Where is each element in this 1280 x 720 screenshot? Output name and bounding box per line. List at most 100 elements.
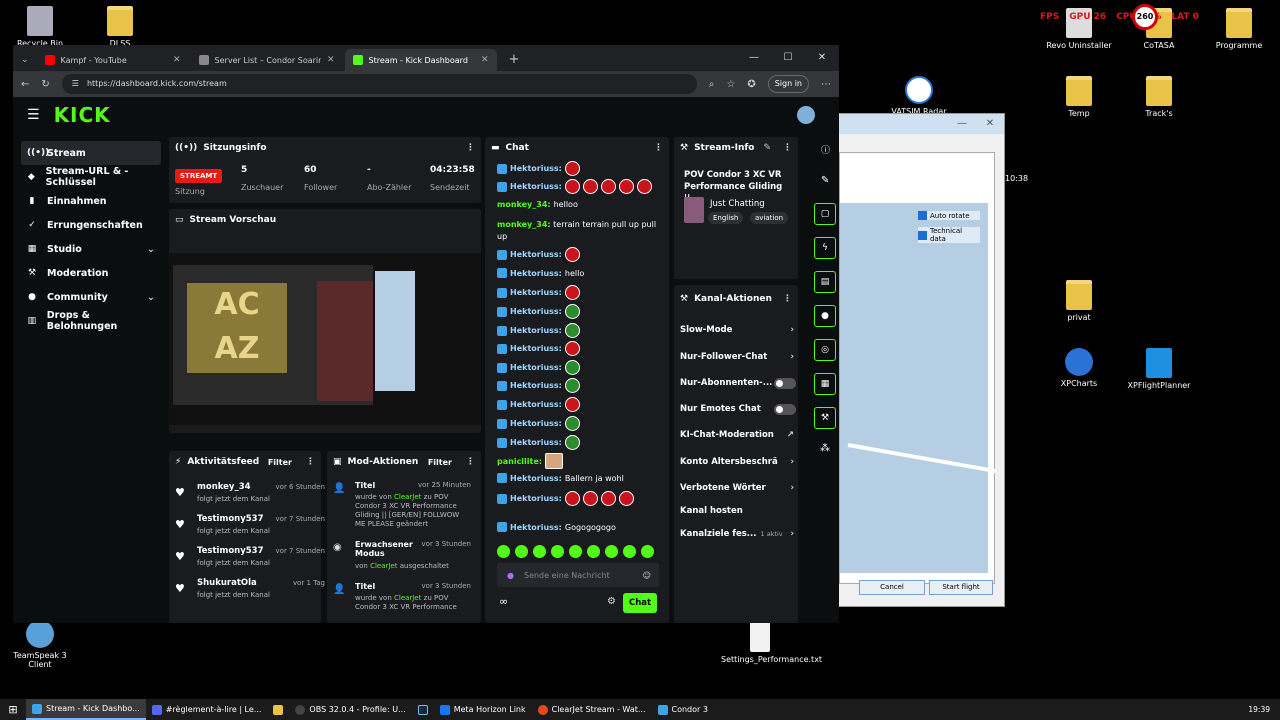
meta-icon: [439, 704, 450, 715]
vatsim-radar-icon[interactable]: VATSIM Radar: [880, 76, 958, 116]
taskbar-item-steam[interactable]: [412, 699, 434, 720]
pulse-icon: ⚡: [175, 457, 182, 467]
channel-goals-action[interactable]: Kanalziele fes... 1 aktiv ›: [680, 529, 794, 539]
close-tab-icon[interactable]: ✕: [481, 55, 489, 65]
tab-list-icon[interactable]: ⌄: [21, 55, 29, 65]
url-field[interactable]: ☰ https://dashboard.kick.com/stream: [61, 74, 697, 94]
condor-window[interactable]: — ✕ Auto rotate Technical data Cancel Sta…: [838, 113, 1005, 607]
filter-button[interactable]: Filter: [428, 458, 452, 467]
teamspeak-icon[interactable]: TeamSpeak 3 Client: [1, 620, 79, 669]
ai-moderation-action[interactable]: KI-Chat-Moderation ↗: [680, 430, 794, 440]
minimize-icon[interactable]: —: [737, 45, 771, 71]
sign-in-button[interactable]: Sign in: [767, 75, 809, 93]
sidebar-item-studio[interactable]: ▦ Studio ⌄: [21, 237, 161, 261]
slow-mode-action[interactable]: Slow-Mode ›: [680, 325, 794, 335]
sidebar-item-earnings[interactable]: ▮ Einnahmen: [21, 189, 161, 213]
temp-folder[interactable]: Temp: [1040, 76, 1118, 118]
more-icon[interactable]: ⋮: [654, 143, 663, 153]
xpcharts-icon[interactable]: XPCharts: [1040, 348, 1118, 388]
taskbar-item-condor[interactable]: Condor 3: [652, 699, 714, 720]
sidebar-item-achievements[interactable]: ✓ Errungenschaften: [21, 213, 161, 237]
auto-rotate-checkbox[interactable]: Auto rotate: [918, 211, 980, 220]
zoom-icon[interactable]: ⌕: [709, 79, 715, 90]
extensions-icon[interactable]: ✪: [747, 79, 755, 90]
hamburger-icon[interactable]: ☰: [27, 107, 40, 123]
chat-input[interactable]: ● Sende eine Nachricht ☺: [497, 563, 659, 587]
server-icon[interactable]: ▦: [814, 373, 836, 395]
xpflightplanner-icon[interactable]: XPFlightPlanner: [1120, 348, 1198, 390]
tab-condor[interactable]: Server List – Condor Soaring ✕: [191, 49, 343, 71]
settings-file-icon[interactable]: Settings_Performance.txt: [721, 622, 822, 664]
kick-dashboard: ☰ KICK ((•)) Stream ◆ Stream-URL & -Schlüs…: [13, 97, 839, 623]
sidebar-item-community[interactable]: ● Community ⌄: [21, 285, 161, 309]
stream-preview[interactable]: AC AZ: [169, 253, 481, 431]
privat-folder[interactable]: privat: [1040, 280, 1118, 322]
more-icon[interactable]: ⋮: [306, 457, 315, 467]
more-icon[interactable]: ⋮: [783, 143, 792, 153]
toggle-switch[interactable]: [774, 377, 796, 389]
close-tab-icon[interactable]: ✕: [173, 55, 181, 65]
new-tab-icon[interactable]: +: [509, 52, 520, 67]
document-icon[interactable]: ▤: [814, 271, 836, 293]
more-icon[interactable]: ⋮: [783, 294, 792, 304]
follower-chat-action[interactable]: Nur-Follower-Chat ›: [680, 352, 794, 362]
technical-data-checkbox[interactable]: Technical data: [918, 227, 980, 243]
close-tab-icon[interactable]: ✕: [327, 55, 335, 65]
site-info-icon[interactable]: ☰: [72, 74, 79, 94]
sidebar-item-drops[interactable]: ▥ Drops & Belohnungen: [21, 309, 161, 333]
favorite-icon[interactable]: ☆: [726, 79, 735, 90]
taskbar-item-discord[interactable]: #règlement-à-lire | Le...: [146, 699, 268, 720]
emotes-chat-toggle[interactable]: Nur Emotes Chat: [680, 403, 796, 415]
tab-youtube[interactable]: Kampf - YouTube ✕: [37, 49, 189, 71]
info-icon[interactable]: ⓘ: [821, 143, 830, 156]
pencil-icon[interactable]: ✎: [821, 175, 829, 186]
broadcast-icon[interactable]: ◎: [814, 339, 836, 361]
badge-icon: [497, 268, 507, 278]
community-icon[interactable]: ⁂: [820, 443, 830, 454]
sidebar-item-moderation[interactable]: ⚒ Moderation: [21, 261, 161, 285]
sidebar-item-stream[interactable]: ((•)) Stream: [21, 141, 161, 165]
send-chat-button[interactable]: Chat: [623, 593, 657, 613]
host-channel-action[interactable]: Kanal hosten: [680, 506, 790, 516]
edit-icon[interactable]: ✎: [763, 143, 771, 153]
category[interactable]: Just Chatting: [710, 199, 765, 209]
filter-button[interactable]: Filter: [268, 458, 292, 467]
subscriber-chat-toggle[interactable]: Nur-Abonnenten-...: [680, 377, 796, 389]
windows-start-icon[interactable]: ⊞: [0, 703, 26, 716]
wrench-icon[interactable]: ⚒: [814, 407, 836, 429]
taskbar-item-kick[interactable]: Stream - Kick Dashbo...: [26, 699, 146, 720]
kick-logo[interactable]: KICK: [54, 103, 111, 127]
recycle-bin-icon[interactable]: Recycle Bin: [1, 6, 79, 48]
maximize-icon[interactable]: ☐: [771, 45, 805, 71]
minimize-icon[interactable]: —: [948, 114, 976, 134]
more-icon[interactable]: ⋮: [466, 457, 475, 467]
tracks-folder[interactable]: Track's: [1120, 76, 1198, 118]
emoji-icon[interactable]: ☺: [643, 571, 651, 580]
banned-words-action[interactable]: Verbotene Wörter ›: [680, 483, 794, 493]
condor-titlebar[interactable]: — ✕: [839, 114, 1004, 134]
start-flight-button[interactable]: Start flight: [929, 580, 993, 595]
taskbar-item-meta[interactable]: Meta Horizon Link: [434, 699, 532, 720]
sidebar-item-stream-key[interactable]: ◆ Stream-URL & -Schlüssel: [21, 165, 161, 189]
age-restriction-action[interactable]: Konto Altersbeschränk...›: [680, 457, 794, 467]
close-icon[interactable]: ✕: [976, 114, 1004, 134]
toggle-switch[interactable]: [774, 403, 796, 415]
refresh-icon[interactable]: ↻: [41, 79, 49, 90]
dlss-folder[interactable]: DLSS: [81, 6, 159, 48]
more-icon[interactable]: ⋮: [466, 143, 475, 153]
mic-icon[interactable]: ●: [507, 571, 514, 580]
taskbar-item-firefox[interactable]: ClearJet Stream - Wat...: [532, 699, 652, 720]
menu-icon[interactable]: ⋯: [821, 79, 831, 90]
heart-icon: ♥: [175, 486, 185, 499]
gear-icon[interactable]: ⚙: [607, 596, 616, 607]
cancel-button[interactable]: Cancel: [859, 580, 925, 595]
avatar[interactable]: [797, 106, 815, 124]
chat-bubble-icon[interactable]: ●: [814, 305, 836, 327]
taskbar-item-obs[interactable]: OBS 32.0.4 - Profile: U...: [289, 699, 411, 720]
tab-kick[interactable]: Stream - Kick Dashboard ✕: [344, 49, 497, 71]
lightning-icon[interactable]: ϟ: [814, 237, 836, 259]
back-icon[interactable]: ←: [21, 79, 29, 90]
clip-icon[interactable]: ▢: [814, 203, 836, 225]
taskbar-item-explorer[interactable]: [267, 699, 289, 720]
close-icon[interactable]: ✕: [805, 45, 839, 71]
